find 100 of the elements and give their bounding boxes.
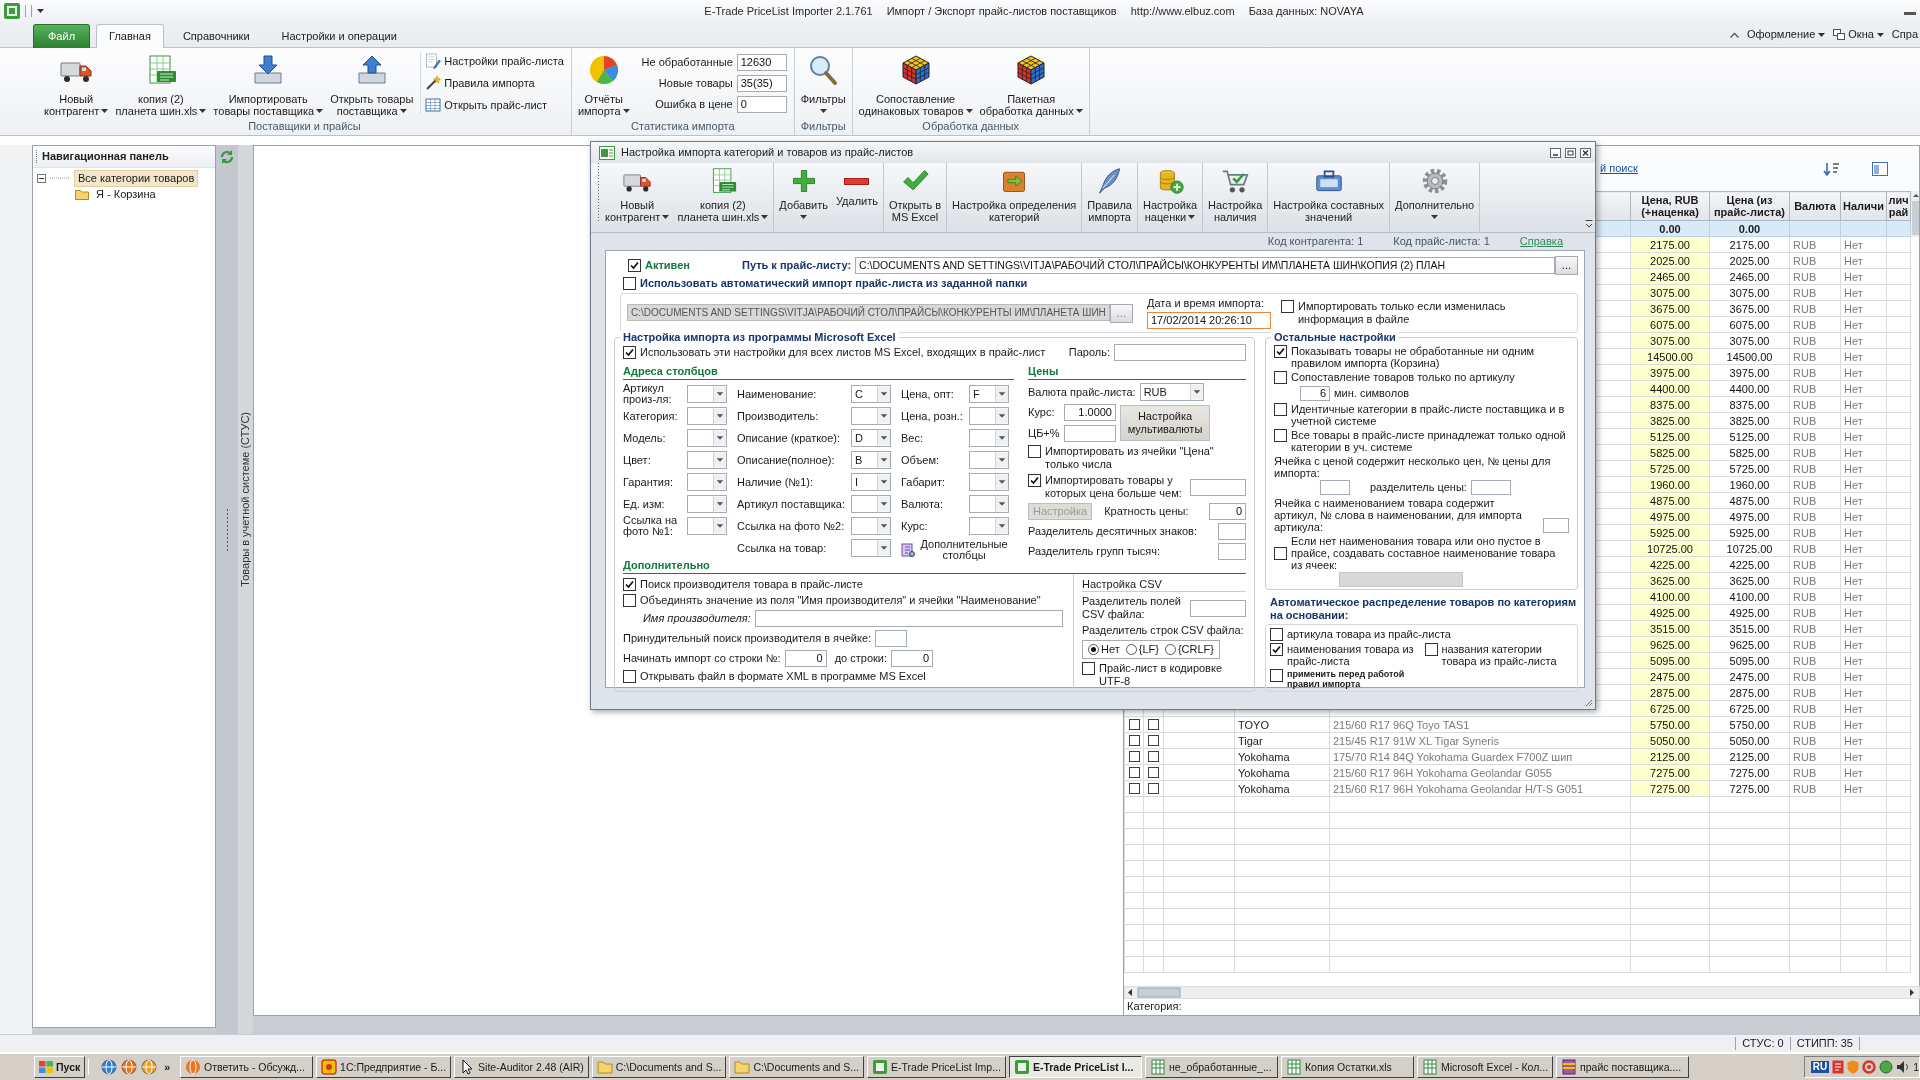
dropdown[interactable]: F	[969, 385, 1009, 403]
input-field[interactable]	[1218, 543, 1246, 560]
checkbox[interactable]	[623, 276, 636, 290]
menu-button[interactable]: Оформление	[1747, 28, 1826, 41]
taskbar-button[interactable]: не_обработанные_...	[1144, 1056, 1278, 1078]
minimize-icon[interactable]	[1550, 147, 1561, 158]
chevron-down-icon[interactable]	[1585, 220, 1593, 230]
radio[interactable]	[1125, 644, 1137, 655]
row-checkbox[interactable]	[1148, 735, 1159, 746]
checkbox[interactable]	[1270, 669, 1283, 682]
ribbon-button[interactable]: Пакетная обработка данных	[976, 52, 1086, 119]
ribbon-button[interactable]: Фильтры	[797, 52, 849, 119]
document-icon[interactable]	[1832, 1060, 1845, 1074]
collapse-ribbon-icon[interactable]	[1730, 31, 1739, 38]
input-field[interactable]	[1190, 599, 1246, 617]
restore-icon[interactable]	[1565, 147, 1576, 158]
checkbox[interactable]	[623, 594, 636, 607]
checkbox[interactable]	[623, 346, 636, 359]
ribbon-button[interactable]: Открыть товары поставщика	[327, 52, 417, 119]
ribbon-tab[interactable]: Справочники	[169, 24, 263, 48]
input-field[interactable]	[1190, 478, 1246, 496]
side-tab[interactable]: Товары в учетной системе (СТУС)	[239, 412, 252, 587]
tree-item[interactable]: Все категории товаров	[74, 169, 199, 187]
search-link[interactable]: й поиск	[1600, 162, 1638, 175]
taskbar-button[interactable]: E-Trade PriceList I...	[1008, 1056, 1142, 1078]
globe-icon[interactable]	[141, 1059, 158, 1075]
input-field[interactable]: 0	[1209, 503, 1246, 520]
stat-field[interactable]: 35(35)	[736, 75, 787, 92]
row-checkbox[interactable]	[1128, 767, 1140, 778]
column-header[interactable]: Цена, RUB (+наценка)	[1630, 191, 1710, 221]
stat-field[interactable]: 0	[736, 96, 787, 113]
input-field[interactable]	[1320, 480, 1350, 495]
tree-item[interactable]: Я - Корзина	[93, 186, 159, 202]
more-button[interactable]: »	[161, 1060, 174, 1074]
column-header[interactable]: Валюта	[1789, 191, 1841, 221]
input-field[interactable]	[1339, 572, 1463, 587]
input-field[interactable]	[1114, 344, 1246, 361]
radio[interactable]	[1088, 644, 1099, 655]
taskbar-button[interactable]: прайс поставщика....	[1556, 1056, 1690, 1078]
row-checkbox[interactable]	[1128, 735, 1140, 746]
browse-button[interactable]: ...	[1554, 255, 1578, 275]
input-field[interactable]	[1218, 523, 1246, 540]
resize-grip-icon[interactable]	[1585, 699, 1593, 707]
row-checkbox[interactable]	[1128, 783, 1140, 794]
horizontal-scrollbar[interactable]	[1124, 986, 1920, 999]
toolbar-button[interactable]: Настройка наценки	[1138, 163, 1202, 232]
taskbar-button[interactable]: C:\Documents and S...	[591, 1056, 727, 1078]
input-field[interactable]	[875, 630, 908, 647]
checkbox[interactable]	[1274, 403, 1287, 416]
toolbar-button[interactable]: Настройка составных значений	[1269, 163, 1389, 232]
column-header[interactable]: Цена (из прайс-листа)	[1709, 191, 1790, 221]
ribbon-button[interactable]: Сопоставление одинаковых товаров	[855, 52, 976, 119]
taskbar-button[interactable]: C:\Documents and S...	[729, 1056, 865, 1078]
row-checkbox[interactable]	[1128, 751, 1140, 762]
row-checkbox[interactable]	[1148, 783, 1159, 794]
input-field[interactable]	[1470, 480, 1511, 495]
stat-field[interactable]: 12630	[736, 54, 787, 71]
row-checkbox[interactable]	[1148, 751, 1159, 762]
file-menu-button[interactable]: Файл	[33, 24, 91, 48]
ribbon-button[interactable]: Правила импорта	[425, 74, 564, 92]
input-field[interactable]: 17/02/2014 20:26:10	[1146, 312, 1271, 329]
toolbar-button[interactable]: Правила импорта	[1083, 163, 1136, 232]
ribbon-button[interactable]: Настройки прайс-листа	[425, 52, 564, 70]
toolbar-button[interactable]: копия (2) планета шин.xls	[673, 163, 773, 232]
multicurrency-button[interactable]: Настройка мультивалюты	[1120, 405, 1210, 441]
speaker-icon[interactable]	[1896, 1060, 1911, 1074]
language-indicator[interactable]: RU	[1810, 1061, 1830, 1073]
column-header[interactable]: лич рай	[1886, 191, 1911, 221]
menu-button[interactable]: Окна	[1833, 28, 1884, 41]
minus-box-icon[interactable]	[37, 173, 46, 183]
toolbar-button[interactable]: Настройка наличия	[1204, 163, 1267, 232]
taskbar-button[interactable]: Site-Auditor 2.48 (AIR)	[454, 1056, 589, 1078]
row-checkbox[interactable]	[1128, 719, 1140, 730]
taskbar-button[interactable]: Ответить - Обсужд...	[180, 1056, 314, 1078]
input-field[interactable]	[1543, 518, 1569, 533]
dropdown[interactable]: I	[851, 473, 891, 491]
checkbox[interactable]	[1028, 445, 1041, 458]
dropdown[interactable]: D	[851, 429, 891, 447]
input-field[interactable]: 0	[784, 650, 827, 667]
close-icon[interactable]	[1580, 147, 1591, 158]
panel-icon[interactable]	[1871, 161, 1888, 176]
sort-icon[interactable]	[1822, 160, 1841, 177]
ribbon-button[interactable]: Импортировать товары поставщика	[210, 52, 327, 119]
checkbox[interactable]	[1082, 662, 1095, 675]
taskbar-button[interactable]: 1С:Предприятие - Б...	[316, 1056, 452, 1078]
checkbox[interactable]	[1274, 547, 1287, 560]
checkbox[interactable]	[1274, 429, 1287, 442]
checkbox[interactable]	[628, 258, 641, 272]
globe-icon[interactable]	[101, 1059, 118, 1075]
toolbar-button[interactable]: Удалить	[832, 163, 882, 232]
dropdown[interactable]: RUB	[1139, 383, 1204, 401]
ribbon-tab[interactable]: Настройки и операции	[268, 24, 410, 48]
quick-access-caret-icon[interactable]	[37, 9, 44, 13]
vertical-scrollbar[interactable]	[1911, 191, 1919, 237]
menu-button[interactable]: Спра	[1891, 28, 1918, 41]
start-button[interactable]: Пуск	[34, 1056, 86, 1078]
checkbox[interactable]	[1028, 474, 1041, 487]
ribbon-button[interactable]: Открыть прайс-лист	[425, 96, 564, 114]
splitter-grip-icon[interactable]	[225, 509, 229, 553]
toolbar-button[interactable]: Открыть в MS Excel	[885, 163, 946, 232]
